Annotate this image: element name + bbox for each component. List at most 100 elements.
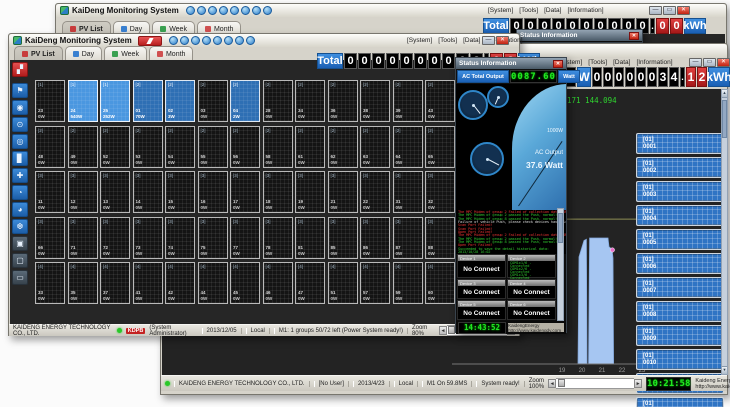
device-scrollbar[interactable]: ▲ ▼ (721, 89, 728, 375)
pv-panel[interactable]: [3]310W (393, 171, 423, 213)
scroll-thumb[interactable] (558, 213, 563, 243)
pv-panel[interactable]: [2]380W (360, 80, 390, 122)
pv-panel[interactable]: [4]410W (133, 262, 163, 304)
sidebar-standby-icon[interactable]: ⊙ (12, 117, 28, 132)
help-icon[interactable] (235, 36, 244, 45)
device-button-0003[interactable]: [01]0003 (636, 181, 724, 202)
menu-data[interactable]: [Data] (544, 7, 561, 14)
tab-pv-list[interactable]: PV List (14, 46, 63, 61)
pv-panel[interactable]: [2]030W (198, 80, 228, 122)
pv-panel[interactable]: [3]190W (295, 171, 325, 213)
pv-panel[interactable]: [2]580W (263, 126, 293, 168)
website-text[interactable]: KaidengEnergy http://www.kaidengdy.com (508, 323, 564, 332)
pv-panel[interactable]: [4]600W (425, 262, 455, 304)
close-button[interactable]: ✕ (496, 36, 509, 45)
pv-panel[interactable]: [2]280W (263, 80, 293, 122)
pv-panel[interactable]: [4]370W (100, 262, 130, 304)
pv-panel[interactable]: [2]390W (393, 80, 423, 122)
pv-panel[interactable]: [2]650W (425, 126, 455, 168)
chart-icon[interactable] (202, 36, 211, 45)
popup2-scrollbar[interactable] (557, 208, 564, 321)
menu-tools[interactable]: [Tools] (588, 59, 607, 66)
sidebar-power-icon[interactable]: ◉ (12, 100, 28, 115)
pin-icon[interactable] (241, 6, 250, 15)
sidebar-chart-icon[interactable]: ▊ (12, 151, 28, 166)
sidebar-health-icon[interactable]: ✚ (12, 168, 28, 183)
zoom-slider[interactable]: ◄ ► (548, 379, 642, 388)
sidebar-flag-icon[interactable]: ⚑ (12, 83, 28, 98)
sidebar-snow-icon[interactable]: ❆ (12, 219, 28, 234)
info-icon[interactable] (246, 36, 255, 45)
pv-panel[interactable]: [2]520W (100, 126, 130, 168)
device-button-0001[interactable]: [01]0001 (636, 133, 724, 154)
menu-tools[interactable]: [Tools] (519, 7, 538, 14)
settings-icon[interactable] (169, 36, 178, 45)
slider-right-icon[interactable]: ► (634, 379, 642, 388)
device-button-0005[interactable]: [01]0005 (636, 229, 724, 250)
pv-panel[interactable]: [4]450W (230, 262, 260, 304)
sidebar-camera-icon[interactable]: ▣ (12, 236, 28, 251)
sidebar-target-icon[interactable]: ◎ (12, 134, 28, 149)
upload-icon[interactable] (230, 6, 239, 15)
pv-panel[interactable]: [2]550W (198, 126, 228, 168)
pv-panel[interactable]: [3]870W (393, 217, 423, 259)
pv-panel[interactable]: [2]430W (425, 80, 455, 122)
pv-panel[interactable]: [4]590W (393, 262, 423, 304)
pv-panel[interactable]: [4]420W (165, 262, 195, 304)
pv-panel[interactable]: [1]230W (35, 80, 65, 122)
lock-icon[interactable] (180, 36, 189, 45)
device-button-0006[interactable]: [01]0006 (636, 253, 724, 274)
sidebar-display-icon[interactable]: ▭ (12, 270, 28, 285)
pv-panel[interactable]: [2]640W (393, 126, 423, 168)
pv-panel[interactable]: [2]540W (165, 126, 195, 168)
pv-panel[interactable]: [2]340W (295, 80, 325, 122)
pv-panel[interactable]: [2]023W (165, 80, 195, 122)
pv-panel[interactable]: [3]150W (165, 171, 195, 213)
pv-panel[interactable]: [4]510W (328, 262, 358, 304)
pv-panel[interactable]: [2]610W (295, 126, 325, 168)
pv-panel[interactable]: [3]320W (425, 171, 455, 213)
menu-system[interactable]: [System] (407, 37, 432, 44)
pv-panel[interactable]: [4]330W (35, 262, 65, 304)
pv-panel[interactable]: [3]210W (328, 171, 358, 213)
pv-panel[interactable]: [2]0170W (133, 80, 163, 122)
menu-system[interactable]: [System] (488, 7, 513, 14)
settings-icon[interactable] (186, 6, 195, 15)
pv-panel[interactable]: [3]710W (68, 217, 98, 259)
pv-panel[interactable]: [3]810W (295, 217, 325, 259)
pv-panel[interactable]: [3]740W (165, 217, 195, 259)
pv-panel[interactable]: [2]360W (328, 80, 358, 122)
winA-titlebar[interactable]: KaiDeng Monitoring System (56, 4, 726, 17)
pv-panel[interactable]: [3]660W (35, 217, 65, 259)
pv-panel[interactable]: [4]440W (198, 262, 228, 304)
pv-panel[interactable]: [3]130W (100, 171, 130, 213)
minimize-button[interactable]: — (689, 58, 702, 67)
pv-panel[interactable]: [2]490W (68, 126, 98, 168)
scroll-up-icon[interactable]: ▲ (722, 90, 727, 98)
pv-panel[interactable]: [3]860W (360, 217, 390, 259)
sidebar-clock-icon[interactable]: ◔ (12, 185, 28, 200)
pv-panel[interactable]: [3]720W (100, 217, 130, 259)
upload-icon[interactable] (213, 36, 222, 45)
pv-panel[interactable]: [3]180W (263, 171, 293, 213)
menu-data[interactable]: [Data] (613, 59, 630, 66)
pv-panel[interactable]: [3]880W (425, 217, 455, 259)
pin-icon[interactable] (224, 36, 233, 45)
website-text[interactable]: Kaideng Energy http://www.kaidengdy.com (695, 378, 730, 390)
sidebar-pv-mode-icon[interactable]: ▞ (12, 62, 28, 77)
close-button[interactable]: ✕ (717, 58, 730, 67)
maximize-button[interactable]: ▭ (703, 58, 716, 67)
lock-icon[interactable] (197, 6, 206, 15)
pv-panel[interactable]: [4]350W (68, 262, 98, 304)
scroll-thumb[interactable] (722, 100, 727, 138)
close-icon[interactable]: ✕ (629, 32, 639, 40)
chart-icon[interactable] (219, 6, 228, 15)
pv-panel[interactable]: [2]630W (360, 126, 390, 168)
pv-panel[interactable]: [3]770W (230, 217, 260, 259)
pv-panel[interactable]: [1]25252W (100, 80, 130, 122)
pv-panel[interactable]: [3]780W (263, 217, 293, 259)
tab-month[interactable]: Month (149, 46, 193, 61)
pv-panel[interactable]: [1]24540W (68, 80, 98, 122)
close-icon[interactable]: ✕ (553, 60, 563, 68)
slider-left-icon[interactable]: ◄ (439, 326, 447, 335)
